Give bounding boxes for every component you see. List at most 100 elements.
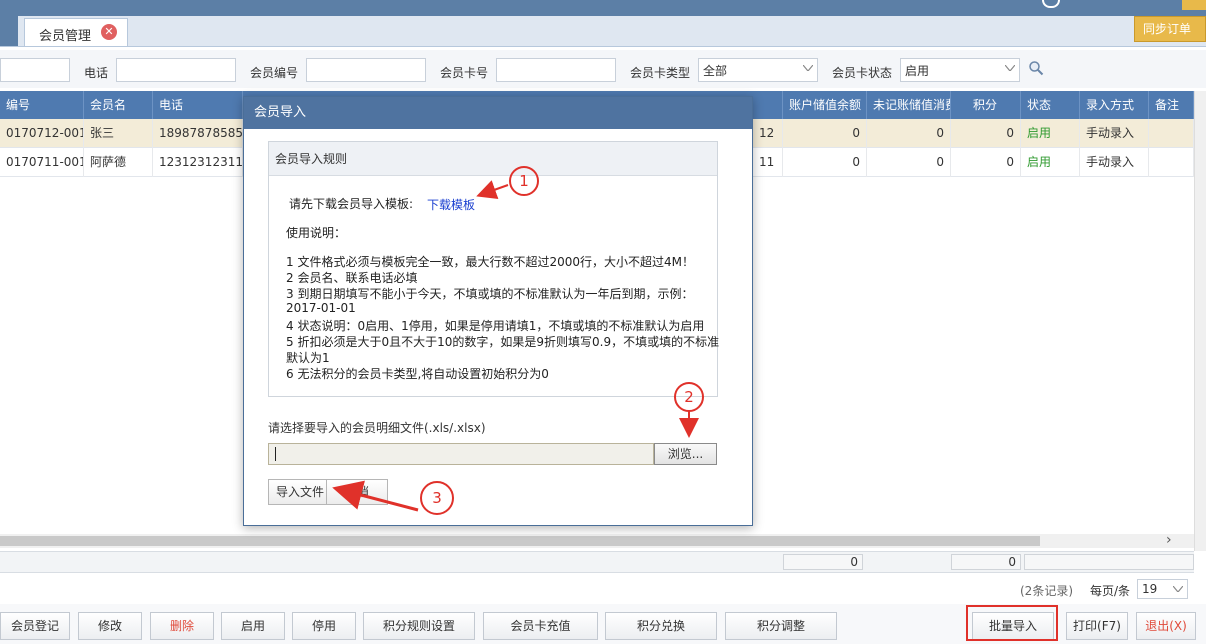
dialog-title[interactable]: 会员导入 [244, 97, 752, 129]
phone-filter-input[interactable] [116, 58, 236, 82]
register-button[interactable]: 会员登记 [0, 612, 70, 640]
sum-blank [1024, 554, 1194, 570]
file-select-label: 请选择要导入的会员明细文件(.xls/.xlsx) [268, 421, 486, 435]
search-icon[interactable] [1028, 60, 1044, 76]
annotation-2: 2 [674, 382, 704, 412]
cell-status: 启用 [1021, 119, 1080, 148]
card-status-select[interactable]: 启用 [900, 58, 1020, 82]
cell-points: 0 [951, 148, 1021, 177]
import-file-button[interactable]: 导入文件 [268, 479, 332, 505]
per-page-select[interactable]: 19 [1137, 579, 1188, 599]
card-no-input[interactable] [496, 58, 616, 82]
phone-label: 电话 [84, 66, 109, 80]
tab-bar [0, 16, 1206, 47]
cell-unbooked: 0 [867, 119, 951, 148]
highlight-box [966, 605, 1058, 641]
card-type-select[interactable]: 全部 [698, 58, 818, 82]
sidebar-stub [0, 16, 18, 46]
chevron-down-icon [1173, 586, 1183, 592]
cell-unbooked: 0 [867, 148, 951, 177]
cell-status: 启用 [1021, 148, 1080, 177]
chevron-down-icon [1005, 65, 1015, 71]
rule-line: 3 到期日期填写不能小于今天，不填或填的不标准默认为一年后到期，示例： [286, 287, 694, 301]
scroll-right-icon[interactable]: › [1166, 532, 1180, 548]
col-header-name[interactable]: 会员名 [84, 91, 153, 119]
name-filter-input[interactable] [0, 58, 70, 82]
cell-date: 11 [753, 148, 783, 177]
col-header-points[interactable]: 积分 [951, 91, 1021, 119]
cancel-button[interactable]: 取消 [326, 479, 388, 505]
rules-title: 会员导入规则 [269, 142, 717, 176]
file-path-input[interactable] [268, 443, 654, 465]
per-page-label: 每页/条 [1090, 584, 1131, 598]
disable-button[interactable]: 停用 [292, 612, 356, 640]
member-no-input[interactable] [306, 58, 426, 82]
cell-balance: 0 [783, 148, 867, 177]
annotation-1: 1 [509, 166, 539, 196]
col-header-date[interactable] [753, 91, 783, 119]
col-header-remark[interactable]: 备注 [1149, 91, 1194, 119]
summary-row: 0 0 [0, 551, 1194, 573]
enable-button[interactable]: 启用 [221, 612, 285, 640]
rule-line: 2 会员名、联系电话必填 [286, 271, 418, 285]
text-caret [275, 447, 276, 461]
rule-line: 默认为1 [286, 351, 330, 365]
usage-title: 使用说明： [286, 226, 347, 240]
card-status-value: 启用 [905, 64, 930, 78]
edit-button[interactable]: 修改 [78, 612, 142, 640]
points-exchange-button[interactable]: 积分兑换 [605, 612, 717, 640]
cell-phone: 18987878585 [153, 119, 243, 148]
rule-line: 4 状态说明：0启用、1停用，如果是停用请填1，不填或填的不标准默认为启用 [286, 319, 705, 333]
browse-button[interactable]: 浏览... [654, 443, 717, 465]
rule-line: 2017-01-01 [286, 301, 356, 315]
cell-balance: 0 [783, 119, 867, 148]
tab-label: 会员管理 [39, 29, 92, 44]
delete-button[interactable]: 删除 [150, 612, 214, 640]
card-type-value: 全部 [703, 64, 728, 78]
sum-points: 0 [951, 554, 1021, 570]
col-header-status[interactable]: 状态 [1021, 91, 1080, 119]
corner-button[interactable] [1182, 0, 1206, 10]
member-no-label: 会员编号 [250, 66, 299, 80]
card-type-label: 会员卡类型 [630, 66, 691, 80]
vertical-scrollbar[interactable] [1194, 91, 1206, 551]
cell-phone: 12312312311 [153, 148, 243, 177]
cell-entry: 手动录入 [1080, 119, 1149, 148]
col-header-entry[interactable]: 录入方式 [1080, 91, 1149, 119]
points-rules-button[interactable]: 积分规则设置 [363, 612, 475, 640]
col-header-unbooked[interactable]: 未记账储值消费 [867, 91, 951, 119]
rule-line: 6 无法积分的会员卡类型,将自动设置初始积分为0 [286, 367, 549, 381]
chevron-down-icon [803, 65, 813, 71]
record-count: (2条记录) [1020, 584, 1073, 598]
close-icon[interactable]: ✕ [101, 24, 117, 40]
cell-remark [1149, 119, 1194, 148]
sum-balance: 0 [783, 554, 863, 570]
per-page-value: 19 [1142, 582, 1158, 596]
cell-name: 阿萨德 [84, 148, 153, 177]
card-status-label: 会员卡状态 [832, 66, 893, 80]
col-header-balance[interactable]: 账户储值余额 [783, 91, 867, 119]
download-prompt: 请先下载会员导入模板: [289, 197, 414, 211]
tab-member-management[interactable]: 会员管理 ✕ [24, 18, 128, 46]
print-button[interactable]: 打印(F7) [1066, 612, 1128, 640]
download-template-link[interactable]: 下载模板 [427, 196, 475, 213]
member-import-dialog: 会员导入 会员导入规则 请先下载会员导入模板: 下载模板 使用说明： 1 文件格… [243, 96, 753, 526]
cell-name: 张三 [84, 119, 153, 148]
card-no-label: 会员卡号 [440, 66, 489, 80]
col-header-phone[interactable]: 电话 [153, 91, 243, 119]
rule-line: 5 折扣必须是大于0且不大于10的数字，如果是9折则填写0.9，不填或填的不标准 [286, 335, 720, 349]
col-header-no[interactable]: 编号 [0, 91, 84, 119]
scrollbar-thumb[interactable] [0, 536, 1040, 546]
top-bar [0, 0, 1206, 16]
cell-points: 0 [951, 119, 1021, 148]
cell-remark [1149, 148, 1194, 177]
cell-no: 0170711-001 [0, 148, 84, 177]
sync-orders-button[interactable]: 同步订单 [1134, 16, 1206, 42]
import-rules-panel: 会员导入规则 请先下载会员导入模板: 下载模板 使用说明： 1 文件格式必须与模… [268, 141, 720, 397]
cell-no: 0170712-001 [0, 119, 84, 148]
exit-button[interactable]: 退出(X) [1136, 612, 1196, 640]
cell-entry: 手动录入 [1080, 148, 1149, 177]
annotation-3: 3 [420, 481, 454, 515]
recharge-button[interactable]: 会员卡充值 [483, 612, 598, 640]
points-adjust-button[interactable]: 积分调整 [725, 612, 837, 640]
